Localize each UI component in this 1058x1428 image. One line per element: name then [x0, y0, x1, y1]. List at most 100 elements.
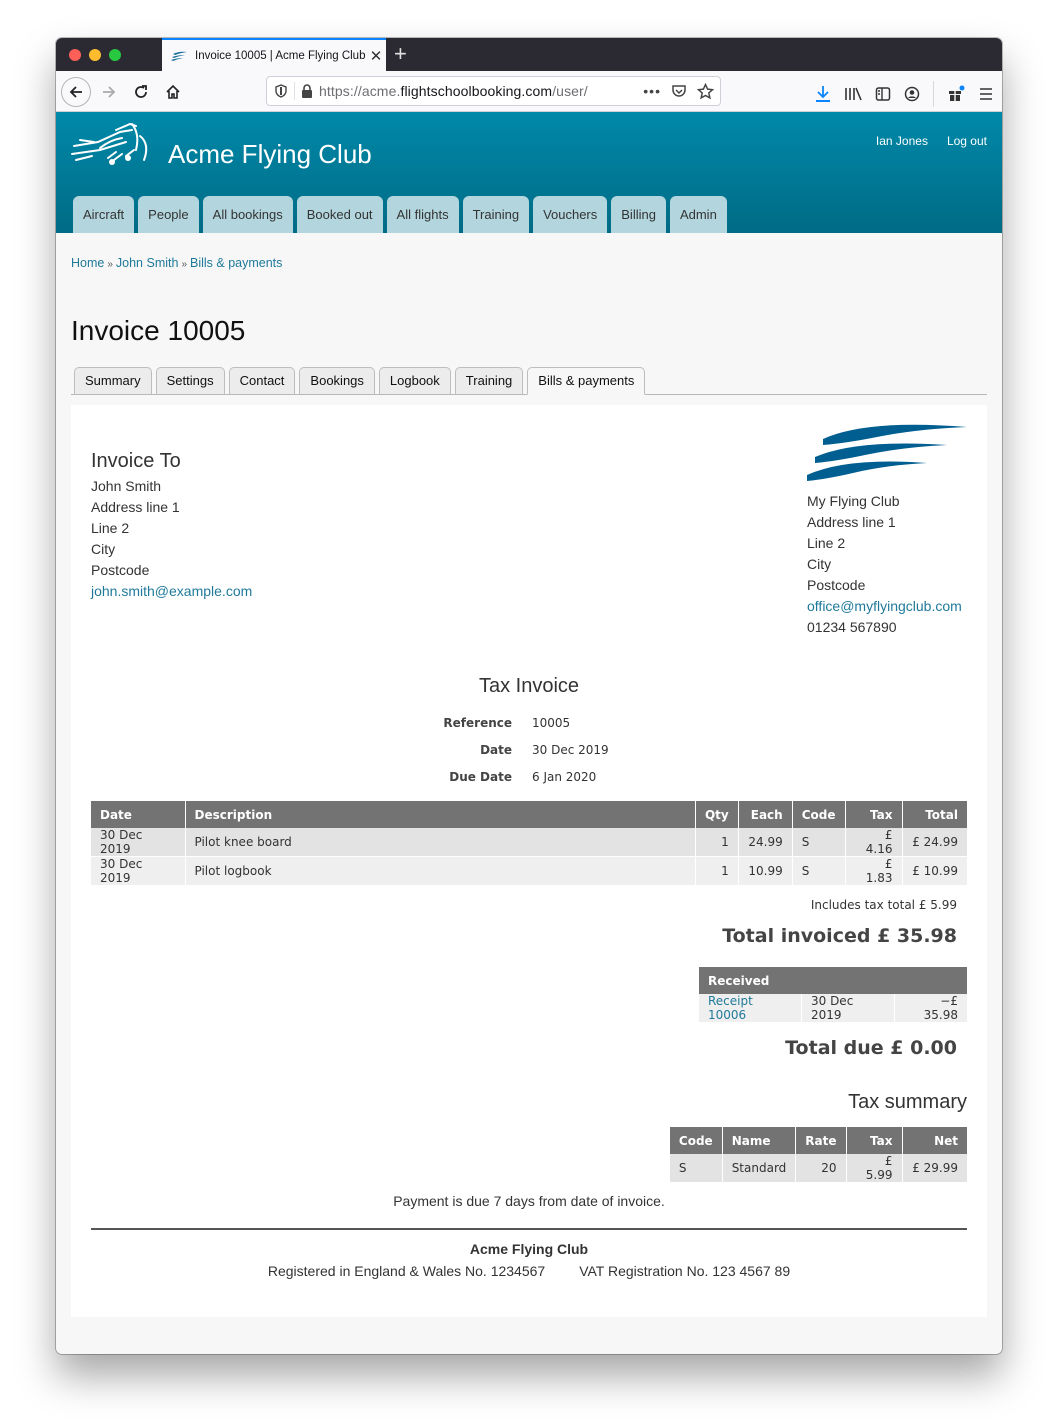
breadcrumb-separator: » [181, 259, 187, 270]
browser-navbar: https://acme.flightschoolbooking.com/use… [56, 71, 1002, 112]
minimize-window-button[interactable] [89, 49, 101, 61]
logout-link[interactable]: Log out [947, 134, 987, 148]
hamburger-menu-icon[interactable] [978, 86, 994, 102]
user-tabs: Summary Settings Contact Bookings Logboo… [71, 367, 987, 395]
tab-summary[interactable]: Summary [74, 367, 152, 395]
tax-summary-title: Tax summary [848, 1091, 967, 1113]
toolbar-separator [933, 81, 934, 107]
meta-label: Due Date [449, 770, 512, 784]
lock-icon[interactable] [295, 84, 319, 98]
nav-tab-admin[interactable]: Admin [669, 196, 727, 233]
meta-value: 6 Jan 2020 [532, 770, 597, 784]
home-button[interactable] [158, 77, 188, 107]
sidebar-icon[interactable] [875, 86, 891, 102]
item-tax: £ 1.83 [845, 856, 903, 886]
browser-tab-title: Invoice 10005 | Acme Flying Club [195, 49, 366, 62]
nav-tab-booked-out[interactable]: Booked out [296, 196, 383, 233]
table-row: 30 Dec 2019 Pilot logbook 1 10.99 S £ 1.… [91, 856, 967, 886]
tax-summary-table: Code Name Rate Tax Net S Standard 20 £ 5… [669, 1127, 967, 1183]
new-tab-button[interactable]: + [394, 41, 407, 67]
url-scheme: https://acme. [319, 83, 401, 99]
received-table: Received Receipt 10006 30 Dec 2019 −£ 35… [699, 967, 967, 1023]
invoice-to-heading: Invoice To [91, 450, 181, 472]
nav-tab-billing[interactable]: Billing [611, 196, 666, 233]
footer-divider [91, 1228, 967, 1230]
arrow-right-icon [103, 86, 116, 98]
browser-tab-active[interactable]: Invoice 10005 | Acme Flying Club ✕ [162, 38, 386, 71]
pocket-icon[interactable] [671, 83, 687, 99]
account-icon[interactable] [904, 86, 920, 102]
nav-tab-aircraft[interactable]: Aircraft [73, 196, 135, 233]
item-total: £ 24.99 [902, 828, 967, 857]
home-icon [166, 84, 180, 99]
customer-city: City [91, 541, 116, 557]
tab-bookings[interactable]: Bookings [299, 367, 375, 395]
receipt-link[interactable]: Receipt 10006 [708, 994, 753, 1022]
site-title[interactable]: Acme Flying Club [168, 139, 372, 170]
meta-value: 10005 [532, 716, 571, 730]
tracking-protection-icon[interactable] [267, 82, 295, 100]
bookmark-star-icon[interactable] [697, 82, 714, 100]
club-email-link[interactable]: office@myflyingclub.com [807, 598, 962, 614]
forward-button[interactable] [94, 77, 124, 107]
tab-training[interactable]: Training [454, 367, 524, 395]
nav-tab-vouchers[interactable]: Vouchers [533, 196, 608, 233]
arrow-left-icon [69, 86, 82, 98]
table-row: 30 Dec 2019 Pilot knee board 1 24.99 S £… [91, 828, 967, 857]
tab-contact[interactable]: Contact [228, 367, 296, 395]
item-qty: 1 [695, 856, 739, 886]
club-address-1: Address line 1 [807, 514, 896, 530]
reload-button[interactable] [126, 77, 156, 107]
page-actions-icon[interactable]: ••• [643, 83, 661, 99]
item-each: 10.99 [738, 856, 793, 886]
maximize-window-button[interactable] [109, 49, 121, 61]
club-wings-logo-icon [807, 424, 967, 481]
receipt-link-cell: Receipt 10006 [699, 994, 802, 1023]
library-icon[interactable] [844, 86, 862, 102]
payment-terms-note: Payment is due 7 days from date of invoi… [393, 1193, 665, 1209]
item-code: S [792, 856, 846, 886]
meta-label: Date [480, 743, 512, 757]
item-tax: £ 4.16 [845, 828, 903, 857]
url-text[interactable]: https://acme.flightschoolbooking.com/use… [319, 83, 643, 99]
tax-total-note: Includes tax total £ 5.99 [810, 898, 957, 912]
tab-bills-payments[interactable]: Bills & payments [527, 367, 646, 395]
club-name: My Flying Club [807, 493, 900, 509]
tax-rate: 20 [795, 1154, 847, 1183]
col-tax: Tax [845, 801, 903, 828]
customer-email-link[interactable]: john.smith@example.com [91, 583, 252, 599]
item-qty: 1 [695, 828, 739, 857]
col-date: Date [91, 801, 186, 828]
breadcrumb-bills-payments[interactable]: Bills & payments [190, 256, 282, 270]
user-name-link[interactable]: Ian Jones [876, 134, 928, 148]
nav-tab-all-flights[interactable]: All flights [386, 196, 459, 233]
breadcrumb-john-smith[interactable]: John Smith [116, 256, 179, 270]
airplane-logo-icon[interactable] [70, 120, 152, 170]
col-description: Description [185, 801, 696, 828]
close-window-button[interactable] [69, 49, 81, 61]
nav-tab-people[interactable]: People [138, 196, 199, 233]
nav-tab-all-bookings[interactable]: All bookings [202, 196, 293, 233]
company-registration: Registered in England & Wales No. 123456… [267, 1263, 546, 1279]
breadcrumb-separator: » [107, 259, 113, 270]
tab-logbook[interactable]: Logbook [378, 367, 451, 395]
tab-settings[interactable]: Settings [155, 367, 225, 395]
downloads-icon[interactable] [815, 85, 831, 103]
tax-amount: £ 5.99 [846, 1154, 903, 1183]
table-row: S Standard 20 £ 5.99 £ 29.99 [669, 1154, 967, 1183]
breadcrumb-home[interactable]: Home [71, 256, 104, 270]
url-bar[interactable]: https://acme.flightschoolbooking.com/use… [266, 76, 721, 106]
total-invoiced: Total invoiced £ 35.98 [722, 925, 957, 947]
main-nav: Aircraft People All bookings Booked out … [73, 196, 727, 233]
customer-postcode: Postcode [91, 562, 150, 578]
club-postcode: Postcode [807, 577, 866, 593]
meta-row-reference: Reference 10005 [411, 710, 609, 737]
close-tab-icon[interactable]: ✕ [366, 47, 386, 65]
receipt-amount: −£ 35.98 [894, 994, 967, 1023]
customer-address-1: Address line 1 [91, 499, 180, 515]
col-total: Total [902, 801, 967, 828]
extensions-gift-icon[interactable] [947, 85, 965, 103]
meta-label: Reference [443, 716, 512, 730]
nav-tab-training[interactable]: Training [462, 196, 530, 233]
back-button[interactable] [61, 77, 91, 107]
